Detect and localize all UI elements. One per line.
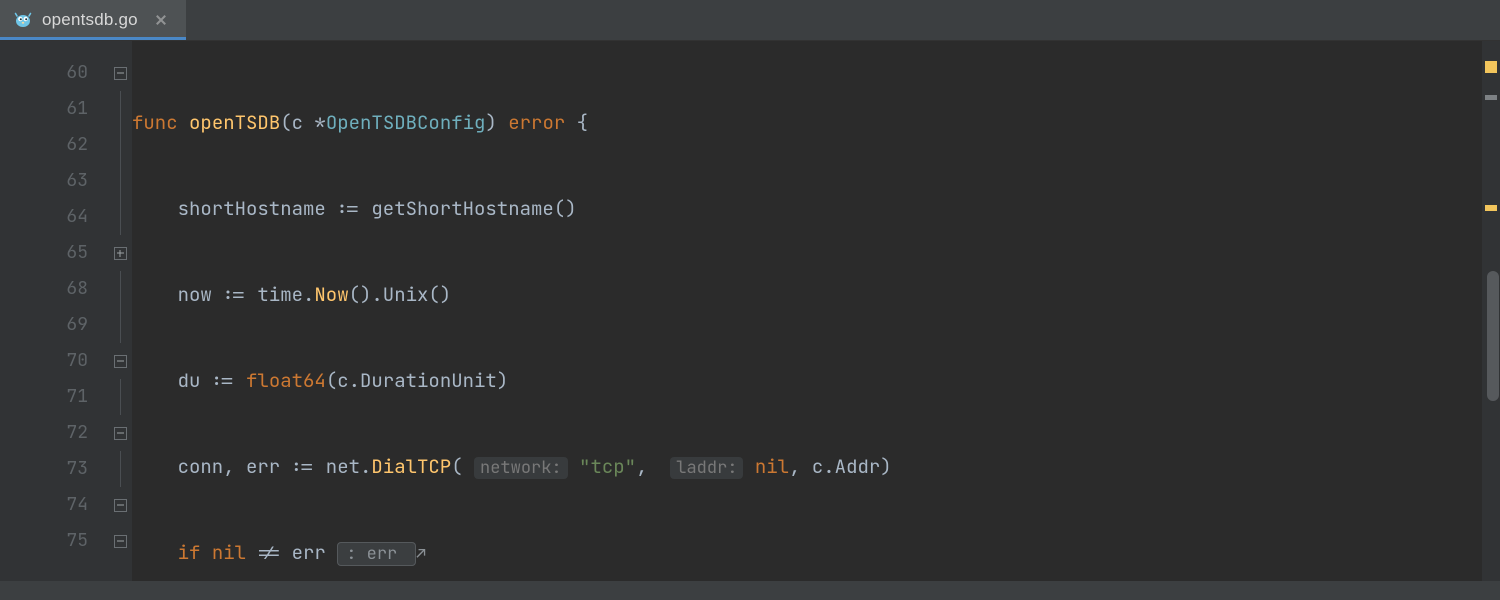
scrollbar-thumb[interactable] <box>1487 271 1499 401</box>
editor: 60 61 62 63 64 65 68 69 70 71 72 73 74 7… <box>0 41 1500 581</box>
line-number[interactable]: 74 <box>0 487 108 523</box>
fold-toggle[interactable] <box>114 355 127 368</box>
gutter: 60 61 62 63 64 65 68 69 70 71 72 73 74 7… <box>0 41 108 581</box>
code-line[interactable]: now := time.Now().Unix() <box>132 277 1500 313</box>
fold-column <box>108 41 132 581</box>
line-number[interactable]: 65 <box>0 235 108 271</box>
fold-guide <box>120 379 121 415</box>
param-hint: laddr: <box>670 457 743 479</box>
line-number[interactable]: 62 <box>0 127 108 163</box>
fold-guide <box>120 271 121 307</box>
tab-filename: opentsdb.go <box>42 10 138 30</box>
fold-toggle[interactable] <box>114 427 127 440</box>
fold-toggle[interactable] <box>114 67 127 80</box>
line-number[interactable]: 68 <box>0 271 108 307</box>
info-marker[interactable] <box>1485 95 1497 100</box>
code-line[interactable]: func openTSDB(c *OpenTSDBConfig) error { <box>132 105 1500 141</box>
fold-guide <box>120 127 121 163</box>
code-line[interactable]: shortHostname := getShortHostname() <box>132 191 1500 227</box>
warning-marker[interactable] <box>1485 205 1497 211</box>
fold-guide <box>120 91 121 127</box>
line-number[interactable]: 69 <box>0 307 108 343</box>
fold-toggle[interactable] <box>114 499 127 512</box>
fold-guide <box>120 451 121 487</box>
fold-guide <box>120 199 121 235</box>
warning-marker[interactable] <box>1485 61 1497 73</box>
tab-bar: opentsdb.go <box>0 0 1500 41</box>
tab-opentsdb[interactable]: opentsdb.go <box>0 0 186 40</box>
line-number[interactable]: 71 <box>0 379 108 415</box>
fold-arrow-icon: ↗ <box>416 543 426 564</box>
line-number[interactable]: 61 <box>0 91 108 127</box>
code-line[interactable]: du := float64(c.DurationUnit) <box>132 363 1500 399</box>
code-line[interactable]: conn, err := net.DialTCP( network: "tcp"… <box>132 449 1500 485</box>
folded-region[interactable]: : err <box>337 542 416 566</box>
line-number[interactable]: 72 <box>0 415 108 451</box>
line-number[interactable]: 60 <box>0 55 108 91</box>
line-number[interactable]: 70 <box>0 343 108 379</box>
go-file-icon <box>14 9 32 31</box>
fold-toggle[interactable] <box>114 535 127 548</box>
bottom-strip <box>0 581 1500 600</box>
code-line[interactable]: if nil != err : err ↗ <box>132 535 1500 571</box>
fold-toggle[interactable] <box>114 247 127 260</box>
line-number[interactable]: 63 <box>0 163 108 199</box>
fold-guide <box>120 163 121 199</box>
marker-strip[interactable] <box>1482 41 1500 581</box>
line-number[interactable]: 73 <box>0 451 108 487</box>
code-area[interactable]: func openTSDB(c *OpenTSDBConfig) error {… <box>132 41 1500 581</box>
close-icon[interactable] <box>154 13 168 27</box>
line-number[interactable]: 75 <box>0 523 108 559</box>
param-hint: network: <box>474 457 568 479</box>
line-number[interactable]: 64 <box>0 199 108 235</box>
fold-guide <box>120 307 121 343</box>
